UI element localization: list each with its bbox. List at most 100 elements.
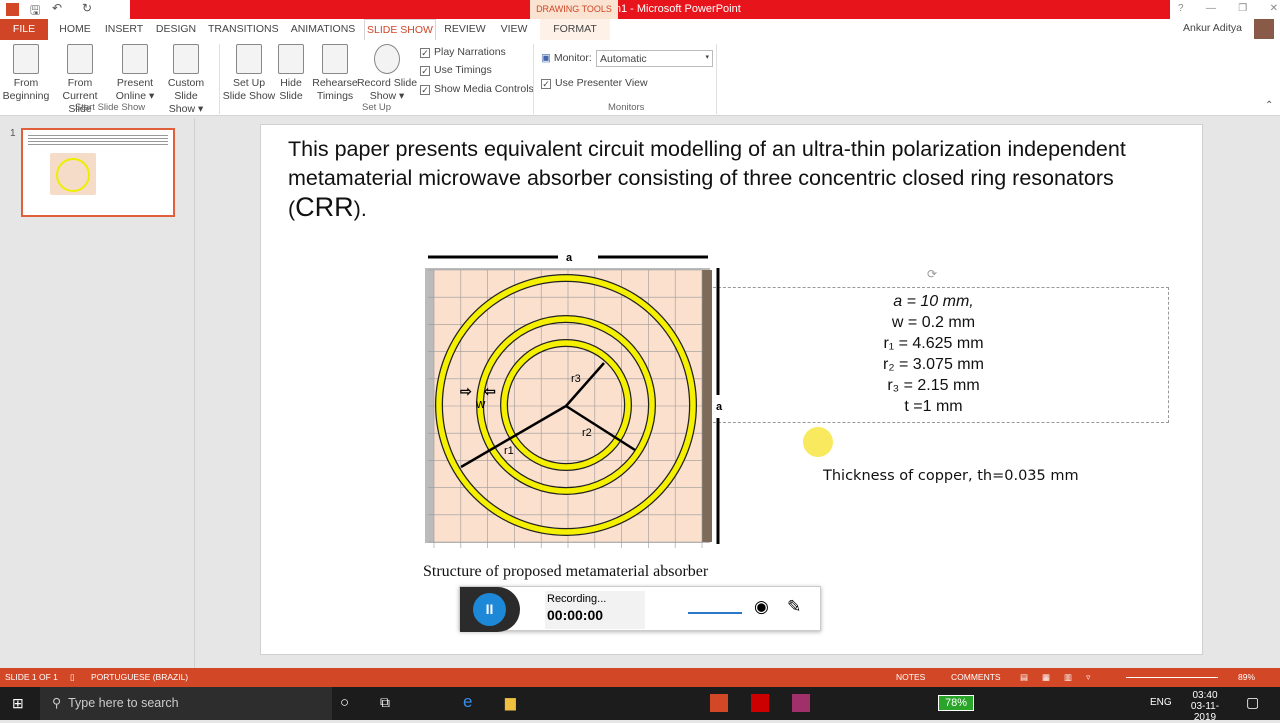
- redo-icon[interactable]: ↻: [82, 1, 92, 15]
- ribbon-tabs: FILE HOME INSERT DESIGN TRANSITIONS ANIM…: [0, 19, 1280, 40]
- acrobat-icon[interactable]: [751, 694, 769, 712]
- file-explorer-icon[interactable]: ▆: [505, 694, 516, 711]
- checkbox-checked-icon: ✓: [541, 79, 551, 89]
- rehearse-timings-button[interactable]: Rehearse Timings: [312, 40, 358, 103]
- windows-start-icon[interactable]: ⊞: [12, 695, 24, 712]
- help-button[interactable]: ?: [1178, 3, 1184, 14]
- tab-transitions[interactable]: TRANSITIONS: [208, 19, 279, 40]
- webcam-icon[interactable]: ◉: [754, 597, 769, 617]
- tab-slide-show[interactable]: SLIDE SHOW: [364, 19, 436, 40]
- tab-home[interactable]: HOME: [56, 19, 94, 40]
- thumbnail-text: [28, 133, 168, 147]
- recording-toolbar: II Recording... 00:00:00 ◉ ✎: [459, 586, 821, 632]
- screencast-icon[interactable]: [792, 694, 810, 712]
- label: Present: [116, 77, 154, 89]
- checkbox-checked-icon: ✓: [420, 48, 430, 58]
- tab-file[interactable]: FILE: [0, 19, 48, 40]
- powerpoint-taskbar-icon[interactable]: [710, 694, 728, 712]
- user-name[interactable]: Ankur Aditya: [1183, 22, 1242, 34]
- edge-icon[interactable]: e: [463, 692, 472, 712]
- use-presenter-view-checkbox[interactable]: ✓ Use Presenter View: [541, 77, 648, 89]
- show-media-controls-checkbox[interactable]: ✓ Show Media Controls: [420, 83, 534, 95]
- label: From: [67, 77, 93, 89]
- custom-slide-show-button[interactable]: Custom Slide Show ▾: [156, 40, 216, 116]
- minimize-button[interactable]: —: [1206, 3, 1216, 14]
- label: Custom Slide: [167, 77, 205, 102]
- monitor-icon: ▣: [541, 52, 551, 64]
- collapse-ribbon-icon[interactable]: ⌃: [1265, 100, 1273, 111]
- task-view-icon[interactable]: ⧉: [380, 694, 390, 711]
- search-icon: ⚲: [52, 696, 62, 710]
- tab-design[interactable]: DESIGN: [154, 19, 198, 40]
- record-slide-show-button[interactable]: Record Slide Show ▾: [356, 40, 418, 103]
- present-online-button[interactable]: Present Online ▾: [114, 40, 156, 103]
- battery-indicator[interactable]: 78%: [938, 695, 974, 711]
- slide-counter: SLIDE 1 OF 1: [5, 672, 58, 682]
- copper-thickness-text[interactable]: Thickness of copper, th=0.035 mm: [823, 468, 1079, 484]
- use-timings-checkbox[interactable]: ✓ Use Timings: [420, 64, 492, 76]
- zoom-slider[interactable]: [1126, 677, 1218, 678]
- tab-insert[interactable]: INSERT: [104, 19, 144, 40]
- absorber-diagram[interactable]: a r1 r2 r3 w ⇨ ⇦ a: [420, 250, 740, 550]
- drawing-tools-context: DRAWING TOOLS: [530, 0, 618, 19]
- window-title: Presentation1 - Microsoft PowerPoint: [130, 0, 1170, 19]
- play-narrations-checkbox[interactable]: ✓ Play Narrations: [420, 46, 506, 58]
- slide-number: 1: [10, 128, 16, 139]
- close-button[interactable]: ✕: [1270, 3, 1278, 14]
- undo-icon[interactable]: ↶: [52, 1, 62, 15]
- notes-button[interactable]: NOTES: [896, 668, 925, 687]
- label: From: [13, 77, 39, 89]
- dim-a-side: a: [716, 401, 723, 413]
- setup-icon: [236, 44, 262, 74]
- notifications-icon[interactable]: ▢: [1246, 694, 1259, 711]
- label-r1: r1: [504, 445, 514, 457]
- hide-slide-button[interactable]: Hide Slide: [276, 40, 306, 103]
- language-indicator[interactable]: ENG: [1150, 697, 1172, 708]
- divider: [533, 44, 534, 114]
- divider: [219, 44, 220, 114]
- restore-button[interactable]: ❐: [1238, 3, 1247, 14]
- zoom-level[interactable]: 89%: [1238, 668, 1255, 687]
- tab-animations[interactable]: ANIMATIONS: [288, 19, 358, 40]
- slide-thumbnail[interactable]: [21, 128, 175, 217]
- label: Timings: [316, 90, 354, 102]
- comments-button[interactable]: COMMENTS: [951, 668, 1001, 687]
- pause-button[interactable]: II: [473, 593, 506, 626]
- rotate-handle-icon[interactable]: ⟳: [927, 267, 937, 281]
- recording-timer: 00:00:00: [547, 607, 604, 623]
- label: Play Narrations: [434, 46, 506, 58]
- group-label: Start Slide Show: [74, 102, 146, 113]
- monitor-select[interactable]: Automatic ▾: [596, 50, 713, 67]
- substrate-side: [702, 270, 712, 542]
- ribbon: From Beginning From Current Slide Present O…: [0, 40, 1280, 116]
- pencil-icon[interactable]: ✎: [787, 597, 801, 617]
- powerpoint-icon: [6, 3, 19, 16]
- tab-format[interactable]: FORMAT: [540, 19, 610, 40]
- avatar[interactable]: [1254, 19, 1274, 39]
- clock[interactable]: 03:40 03-11-2019: [1180, 690, 1230, 723]
- from-beginning-button[interactable]: From Beginning: [2, 40, 50, 103]
- hide-slide-icon: [278, 44, 304, 74]
- volume-slider[interactable]: [688, 612, 742, 614]
- figure-caption[interactable]: Structure of proposed metamaterial absor…: [423, 563, 708, 581]
- language-status[interactable]: PORTUGUESE (BRAZIL): [91, 668, 188, 687]
- set-up-slide-show-button[interactable]: Set Up Slide Show: [222, 40, 276, 103]
- slide-body-text[interactable]: This paper presents equivalent circuit m…: [288, 135, 1188, 224]
- dim-a-top: a: [566, 252, 573, 264]
- cursor-highlight: [803, 427, 833, 457]
- taskbar-search[interactable]: ⚲ Type here to search: [40, 687, 332, 720]
- recording-status: Recording... 00:00:00: [545, 591, 645, 629]
- recording-label: Recording...: [547, 593, 607, 605]
- tab-review[interactable]: REVIEW: [444, 19, 486, 40]
- cortana-icon[interactable]: ○: [340, 694, 349, 711]
- spellcheck-icon[interactable]: ▯: [70, 668, 75, 687]
- tab-view[interactable]: VIEW: [496, 19, 532, 40]
- arrow-right-icon: ⇨: [460, 383, 472, 399]
- arrow-left-icon: ⇦: [483, 383, 496, 399]
- stopwatch-icon: [322, 44, 348, 74]
- checkbox-checked-icon: ✓: [420, 66, 430, 76]
- view-buttons[interactable]: ▤▦▥▿: [1020, 668, 1104, 687]
- checkbox-checked-icon: ✓: [420, 85, 430, 95]
- record-icon: [374, 44, 400, 74]
- group-label: Set Up: [362, 102, 392, 113]
